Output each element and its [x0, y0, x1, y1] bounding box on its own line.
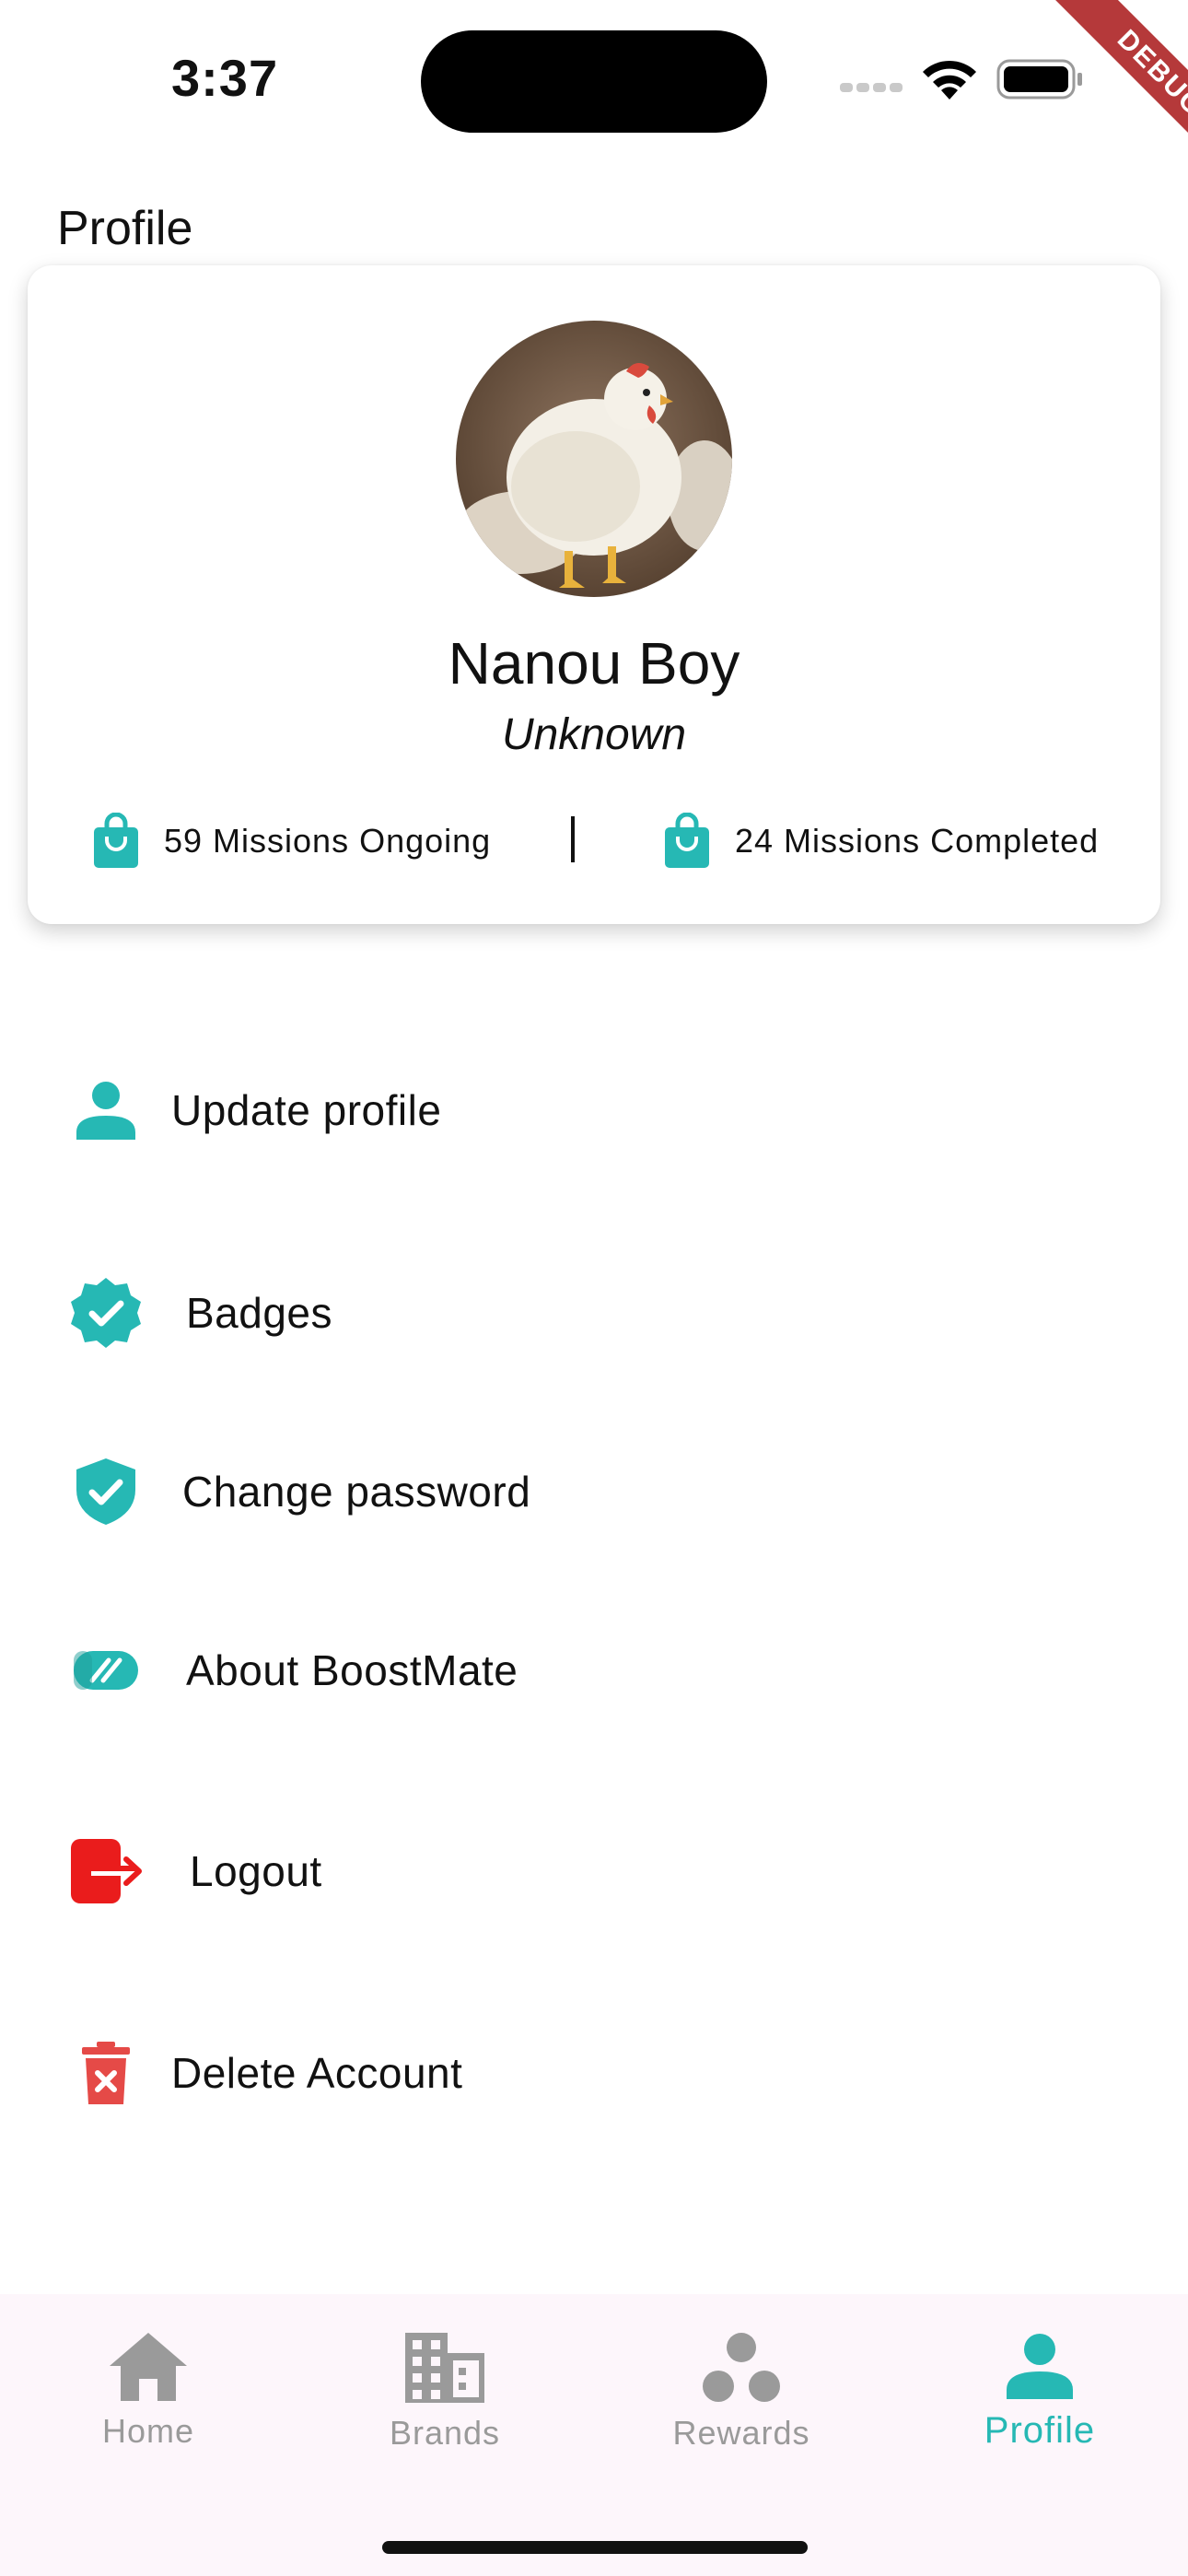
missions-completed-label: 24 Missions Completed — [735, 822, 1100, 860]
menu-badges[interactable]: Badges — [0, 1253, 1188, 1373]
menu-label: Logout — [190, 1847, 322, 1895]
nav-label: Profile — [984, 2410, 1096, 2451]
debug-ribbon: DEBUG — [995, 0, 1188, 193]
menu-label: Badges — [186, 1289, 333, 1337]
chicken-photo — [456, 321, 732, 597]
cellular-signal-icon — [840, 83, 903, 92]
trash-icon — [82, 2042, 130, 2104]
avatar[interactable] — [456, 321, 732, 597]
missions-ongoing: 59 Missions Ongoing — [92, 809, 491, 873]
user-role: Unknown — [501, 710, 687, 759]
nav-rewards[interactable]: Rewards — [593, 2294, 890, 2497]
menu-delete-account[interactable]: Delete Account — [0, 2013, 1188, 2133]
nav-label: Home — [101, 2412, 195, 2450]
menu-label: Update profile — [171, 1086, 442, 1134]
nav-brands[interactable]: Brands — [297, 2294, 593, 2497]
person-icon — [76, 1082, 135, 1140]
menu-label: About BoostMate — [186, 1646, 518, 1694]
missions-ongoing-label: 59 Missions Ongoing — [164, 822, 492, 860]
shield-check-icon — [76, 1458, 135, 1525]
menu-label: Change password — [182, 1468, 531, 1516]
menu-change-password[interactable]: Change password — [0, 1432, 1188, 1551]
rewards-icon — [703, 2333, 780, 2402]
person-icon — [1007, 2334, 1073, 2399]
building-icon — [405, 2333, 484, 2403]
shopping-bag-icon — [94, 813, 138, 868]
mission-divider — [571, 816, 575, 862]
dynamic-island — [421, 30, 767, 133]
profile-card: Nanou Boy Unknown 59 Missions Ongoing 24… — [28, 265, 1160, 924]
menu-update-profile[interactable]: Update profile — [0, 1050, 1188, 1170]
menu-about-boostmate[interactable]: About BoostMate — [0, 1610, 1188, 1730]
shopping-bag-icon — [665, 813, 709, 868]
menu-logout[interactable]: Logout — [0, 1811, 1188, 1931]
user-name: Nanou Boy — [448, 630, 740, 697]
page-title: Profile — [57, 202, 193, 255]
home-indicator[interactable] — [382, 2541, 808, 2554]
menu-label: Delete Account — [171, 2049, 463, 2097]
home-icon — [110, 2333, 187, 2401]
nav-label: Rewards — [672, 2414, 810, 2452]
logout-icon — [71, 1839, 142, 1903]
bottom-navigation: Home Brands Rewards Profile — [0, 2294, 1188, 2576]
wifi-icon — [923, 60, 976, 100]
status-time: 3:37 — [171, 49, 279, 107]
nav-label: Brands — [389, 2414, 501, 2452]
nav-profile[interactable]: Profile — [891, 2294, 1188, 2497]
nav-home[interactable]: Home — [0, 2294, 297, 2497]
verified-badge-icon — [71, 1278, 141, 1348]
debug-label: DEBUG — [1040, 0, 1188, 193]
boostmate-logo-icon — [74, 1651, 138, 1690]
missions-completed: 24 Missions Completed — [663, 809, 1099, 873]
